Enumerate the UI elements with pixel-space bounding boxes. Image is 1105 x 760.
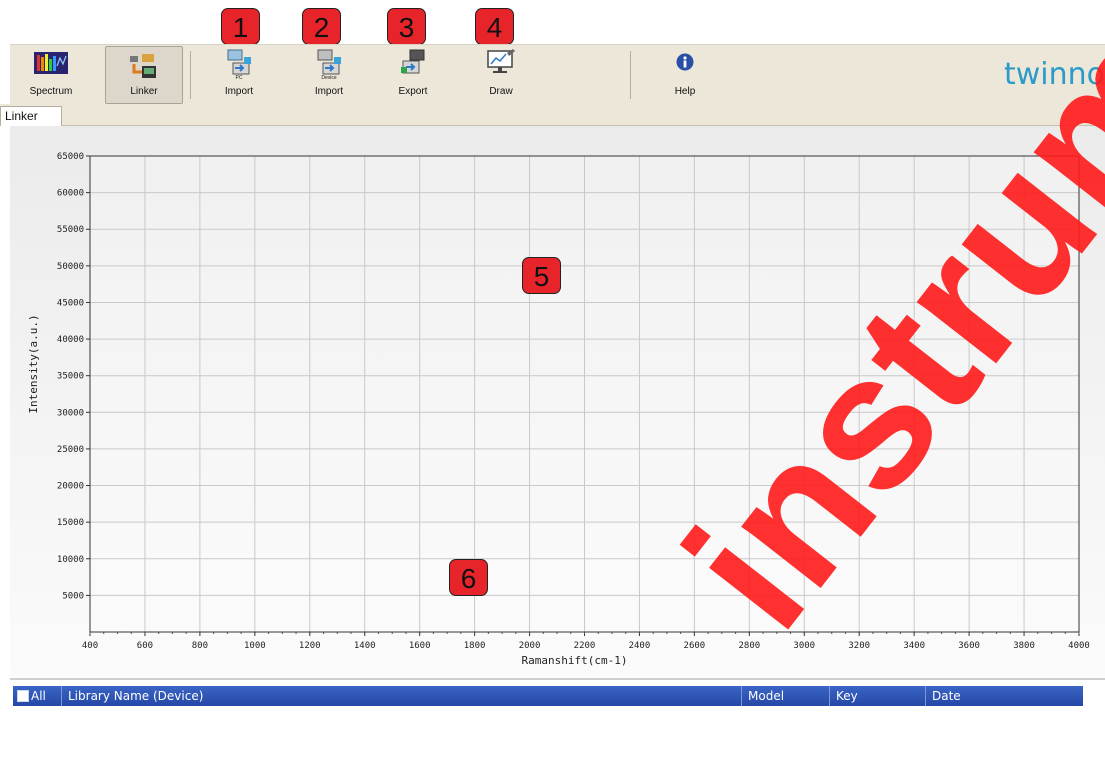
library-table-header: All Library Name (Device) Model Key Date	[13, 686, 1083, 706]
y-tick-label: 15000	[57, 518, 84, 528]
draw-icon	[486, 49, 516, 78]
y-tick-label: 10000	[57, 555, 84, 565]
callout-1: 1	[221, 8, 260, 45]
spectrum-button[interactable]: Spectrum	[22, 45, 80, 103]
toolbar-separator	[630, 51, 631, 99]
help-icon	[676, 53, 694, 74]
x-tick-label: 1000	[244, 641, 266, 651]
pc-import-label: Import	[224, 86, 254, 97]
x-tick-label: 1200	[299, 641, 321, 651]
x-tick-label: 4000	[1068, 641, 1090, 651]
pc-import-icon	[226, 49, 252, 78]
callout-2: 2	[302, 8, 341, 45]
x-tick-label: 2600	[684, 641, 706, 651]
x-tick-label: 2800	[738, 641, 760, 651]
x-tick-label: 3200	[848, 641, 870, 651]
x-tick-label: 3400	[903, 641, 925, 651]
draw-label: Draw	[489, 86, 513, 97]
y-tick-label: 65000	[57, 152, 84, 162]
export-icon	[400, 49, 426, 78]
x-tick-label: 3000	[793, 641, 815, 651]
y-tick-label: 50000	[57, 262, 84, 272]
x-tick-label: 2000	[519, 641, 541, 651]
y-tick-label: 5000	[62, 591, 84, 601]
draw-button[interactable]: Draw	[476, 45, 526, 103]
y-tick-label: 55000	[57, 225, 84, 235]
y-tick-label: 25000	[57, 445, 84, 455]
brand-logo: twinno	[1003, 57, 1105, 92]
callout-6: 6	[449, 559, 488, 596]
device-import-label: Import	[314, 86, 344, 97]
linker-button[interactable]: Linker	[105, 46, 183, 104]
device-import-icon	[316, 49, 342, 78]
linker-icon	[130, 54, 158, 83]
y-tick-label: 35000	[57, 372, 84, 382]
spectrum-label: Spectrum	[29, 86, 73, 97]
column-all[interactable]: All	[13, 686, 61, 706]
callout-5: 5	[522, 257, 561, 294]
x-tick-label: 800	[192, 641, 208, 651]
help-button[interactable]: Help	[660, 45, 710, 103]
x-tick-label: 400	[82, 641, 98, 651]
y-tick-label: 30000	[57, 408, 84, 418]
x-tick-label: 3600	[958, 641, 980, 651]
x-tick-label: 1400	[354, 641, 376, 651]
x-tick-label: 2200	[574, 641, 596, 651]
x-tick-label: 3800	[1013, 641, 1035, 651]
spectrum-chart[interactable]: 400 600 800 1000 1200 1400 1600 1800 2000 2200 240…	[10, 126, 1105, 676]
column-key[interactable]: Key	[829, 686, 925, 706]
chart-panel: 400 600 800 1000 1200 1400 1600 1800 2000 2200 240…	[10, 126, 1105, 676]
library-panel: All Library Name (Device) Model Key Date	[10, 678, 1105, 760]
callout-3: 3	[387, 8, 426, 45]
pc-import-button[interactable]: PC Import	[214, 45, 264, 103]
x-tick-label: 600	[137, 641, 153, 651]
callout-4: 4	[475, 8, 514, 45]
x-tick-label: 1600	[409, 641, 431, 651]
help-label: Help	[674, 86, 696, 97]
y-tick-label: 45000	[57, 298, 84, 308]
x-axis-label: Ramanshift(cm-1)	[522, 654, 628, 667]
linker-label: Linker	[130, 86, 158, 97]
column-library-name[interactable]: Library Name (Device)	[61, 686, 741, 706]
column-all-label: All	[31, 689, 46, 703]
pc-import-sublabel: PC	[235, 75, 243, 81]
column-model[interactable]: Model	[741, 686, 829, 706]
select-all-checkbox[interactable]	[17, 690, 29, 702]
export-label: Export	[398, 86, 428, 97]
x-tick-label: 1800	[464, 641, 486, 651]
toolbar: Spectrum Linker PC Import Device Import …	[10, 44, 1105, 106]
y-tick-label: 60000	[57, 189, 84, 199]
spectrum-icon	[34, 52, 68, 77]
y-axis-label: Intensity(a.u.)	[27, 314, 40, 413]
column-date[interactable]: Date	[925, 686, 1083, 706]
y-tick-label: 40000	[57, 335, 84, 345]
device-import-sublabel: Device	[321, 75, 337, 81]
toolbar-separator	[190, 51, 191, 99]
device-import-button[interactable]: Device Import	[304, 45, 354, 103]
export-button[interactable]: Export	[388, 45, 438, 103]
y-tick-label: 20000	[57, 482, 84, 492]
x-tick-label: 2400	[629, 641, 651, 651]
tab-bar: Linker	[0, 104, 1105, 126]
tab-linker[interactable]: Linker	[0, 106, 62, 126]
